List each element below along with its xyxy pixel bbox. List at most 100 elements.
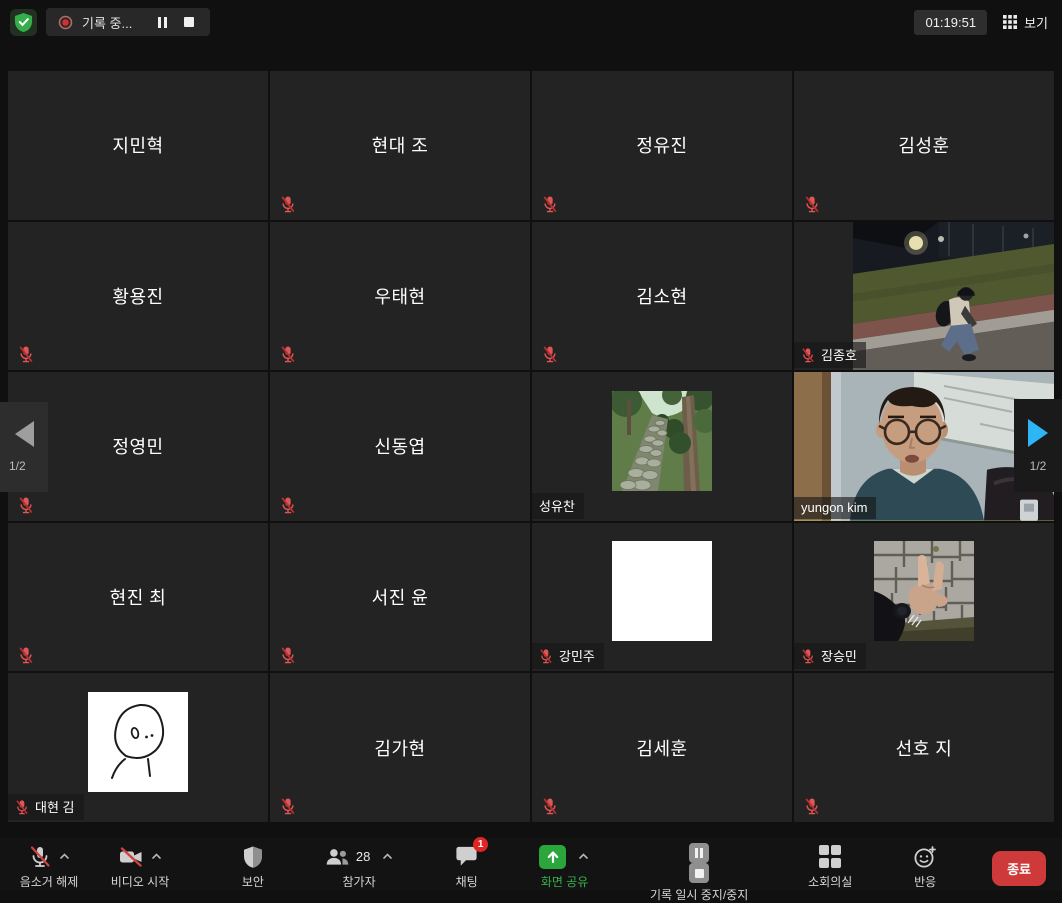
grid-view-icon [1003,15,1017,29]
security-badge-button[interactable] [10,9,37,36]
breakout-rooms-button[interactable]: 소회의실 [802,843,858,890]
participant-name: 서진 윤 [270,523,530,672]
top-bar: 기록 중... 01:19:51 보기 [0,0,1062,44]
name-tag: 김종호 [794,342,866,368]
participant-name: 현대 조 [270,71,530,220]
next-arrow-icon [1028,419,1048,447]
muted-mic-icon [15,799,29,815]
participant-tile[interactable]: 김종호 [794,222,1054,371]
page-indicator-right: 1/2 [1030,459,1047,473]
muted-mic-icon [804,195,820,213]
recording-indicator: 기록 중... [46,8,210,36]
end-meeting-button[interactable]: 종료 [992,851,1046,886]
security-shield-icon [242,845,264,869]
avatar-image [88,692,188,792]
page-indicator-left: 1/2 [9,459,26,473]
security-label: 보안 [242,873,264,890]
participant-tile[interactable]: 서진 윤 [270,523,530,672]
muted-mic-icon [280,646,296,664]
share-screen-button[interactable]: 화면 공유 [533,843,596,890]
participant-name: 김종호 [821,345,857,364]
unmute-button[interactable]: 음소거 해제 [6,843,92,890]
participant-name: 현진 최 [8,523,268,672]
chat-label: 채팅 [456,873,478,890]
muted-mic-icon [801,347,815,363]
stop-recording-button[interactable] [180,12,198,32]
pause-recording-icon[interactable] [689,843,709,863]
participant-tile[interactable]: 우태현 [270,222,530,371]
participant-grid: 지민혁현대 조정유진김성훈황용진우태현김소현김종호정영민신동엽성유찬yungon… [8,71,1054,822]
muted-mic-icon [542,797,558,815]
participant-tile[interactable]: 선호 지 [794,673,1054,822]
shield-check-icon [14,12,33,33]
participant-tile[interactable]: 김세훈 [532,673,792,822]
chat-button[interactable]: 1 채팅 [448,843,485,890]
participant-name: 장승민 [821,646,857,665]
doodle-face-avatar [88,692,188,792]
chat-unread-badge: 1 [473,837,488,852]
participant-tile[interactable]: 신동엽 [270,372,530,521]
chevron-up-icon[interactable] [577,850,590,863]
participants-button[interactable]: 28 참가자 [318,843,400,890]
muted-microphone-icon [27,844,53,870]
prev-arrow-icon [15,421,34,447]
security-button[interactable]: 보안 [236,843,270,890]
avatar-image [612,541,712,641]
chevron-up-icon[interactable] [150,850,163,863]
chevron-up-icon[interactable] [381,850,394,863]
muted-mic-icon [801,648,815,664]
name-tag: 대현 김 [8,794,84,820]
chevron-up-icon[interactable] [58,850,71,863]
participants-icon [324,844,351,870]
video-feed [853,222,1054,371]
name-tag: 강민주 [532,643,604,669]
meeting-toolbar: 음소거 해제 비디오 시작 보안 [0,838,1062,891]
name-tag: 장승민 [794,643,866,669]
top-bar-right: 01:19:51 보기 [914,10,1052,35]
meeting-timer: 01:19:51 [914,10,987,35]
participant-name: 강민주 [559,646,595,665]
toolbar-center: 보안 28 참가자 [188,843,992,903]
muted-mic-icon [542,195,558,213]
recording-control-button[interactable]: 기록 일시 중지/중지 [644,843,754,903]
blank-white-avatar [612,541,712,641]
participant-tile[interactable]: 정유진 [532,71,792,220]
next-page-button[interactable]: 1/2 [1014,399,1062,492]
participant-name: 김가현 [270,673,530,822]
record-dot-icon [58,15,73,30]
participant-tile[interactable]: 황용진 [8,222,268,371]
participant-tile[interactable]: 성유찬 [532,372,792,521]
participant-tile[interactable]: 김소현 [532,222,792,371]
participant-tile[interactable]: 지민혁 [8,71,268,220]
pause-recording-button[interactable] [153,12,171,32]
participant-name: 대현 김 [35,797,75,816]
top-bar-left: 기록 중... [10,8,210,36]
participants-label: 참가자 [343,873,376,890]
participant-tile[interactable]: 대현 김 [8,673,268,822]
reactions-button[interactable]: 반응 [906,843,944,890]
participant-name: 황용진 [8,222,268,371]
participant-tile[interactable]: 김성훈 [794,71,1054,220]
start-video-label: 비디오 시작 [111,873,170,890]
muted-mic-icon [280,496,296,514]
view-label: 보기 [1024,13,1048,32]
muted-mic-icon [18,345,34,363]
share-screen-label: 화면 공유 [541,873,589,890]
breakout-rooms-icon [819,845,842,868]
muted-mic-icon [542,345,558,363]
participant-tile[interactable]: 현진 최 [8,523,268,672]
participant-tile[interactable]: 현대 조 [270,71,530,220]
participant-tile[interactable]: 강민주 [532,523,792,672]
avatar-image [874,541,974,641]
stop-recording-icon[interactable] [689,863,709,883]
avatar-image [612,391,712,491]
start-video-button[interactable]: 비디오 시작 [92,843,188,890]
view-button[interactable]: 보기 [1003,13,1048,32]
recording-label: 기록 중... [82,13,132,32]
participant-tile[interactable]: 김가현 [270,673,530,822]
share-screen-icon [539,845,566,869]
stop-icon [184,17,194,27]
prev-page-button[interactable]: 1/2 [0,402,48,492]
name-tag: 성유찬 [532,493,584,519]
participant-tile[interactable]: 장승민 [794,523,1054,672]
